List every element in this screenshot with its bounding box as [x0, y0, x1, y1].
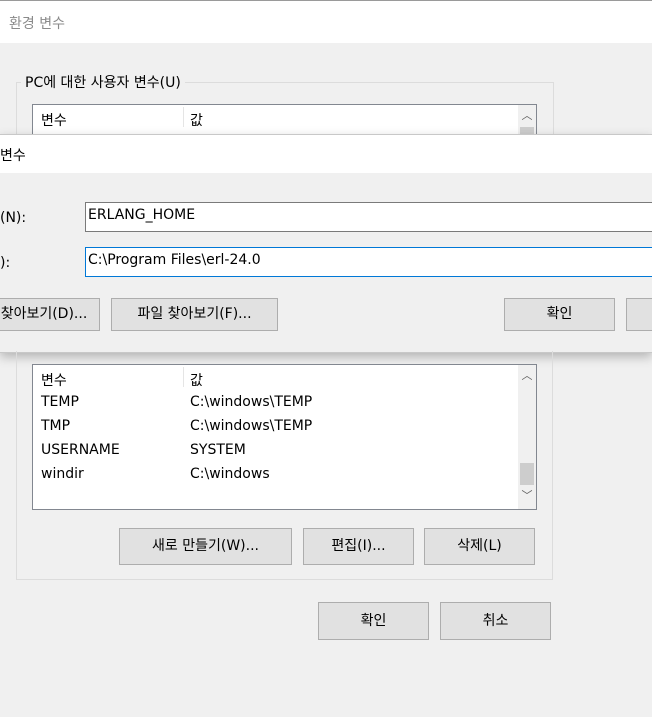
new-variable-button[interactable]: 새로 만들기(W)...: [119, 528, 292, 565]
column-header-value[interactable]: 값: [190, 110, 203, 130]
table-row[interactable]: windir C:\windows: [33, 466, 536, 490]
scroll-up-icon[interactable]: ︿: [518, 367, 536, 385]
table-row[interactable]: TEMP C:\windows\TEMP: [33, 394, 536, 418]
dialog-ok-button[interactable]: 확인: [504, 298, 615, 331]
browse-directory-button[interactable]: 찾아보기(D)...: [0, 298, 100, 331]
variable-value-cell: C:\windows\TEMP: [190, 418, 313, 434]
list-header: 변수 값: [33, 365, 536, 389]
dialog-title-bar: 변수: [0, 135, 652, 173]
variable-name-cell: windir: [41, 466, 84, 482]
browse-file-button[interactable]: 파일 찾아보기(F)...: [111, 298, 278, 331]
dialog-cancel-button[interactable]: [626, 298, 652, 331]
variable-name-label: (N):: [0, 210, 27, 226]
window-title: 환경 변수: [9, 16, 65, 32]
ok-button[interactable]: 확인: [318, 602, 429, 640]
table-row[interactable]: USERNAME SYSTEM: [33, 442, 536, 466]
column-header-variable[interactable]: 변수: [41, 110, 67, 130]
vertical-scrollbar[interactable]: ︿ ﹀: [518, 365, 536, 509]
scroll-up-icon[interactable]: ︿: [518, 107, 536, 125]
variable-value-cell: C:\windows: [190, 466, 270, 482]
column-header-value[interactable]: 값: [190, 370, 203, 390]
dialog-title: 변수: [0, 148, 26, 164]
window-title-bar: 환경 변수: [0, 0, 652, 43]
variable-value-label: ):: [0, 255, 11, 271]
edit-variable-button[interactable]: 편집(I)...: [303, 528, 414, 565]
list-header: 변수 값: [33, 105, 536, 129]
variable-value-cell: SYSTEM: [190, 442, 246, 458]
scroll-thumb[interactable]: [520, 463, 534, 485]
column-separator: [183, 107, 184, 127]
edit-variable-dialog: 변수 (N): ERLANG_HOME ): C:\Program Files\…: [0, 134, 652, 353]
variable-name-cell: USERNAME: [41, 442, 120, 458]
delete-variable-button[interactable]: 삭제(L): [424, 528, 535, 565]
variable-value-cell: C:\windows\TEMP: [190, 394, 313, 410]
column-separator: [183, 367, 184, 387]
user-variables-label: PC에 대한 사용자 변수(U): [21, 72, 185, 92]
variable-name-cell: TEMP: [41, 394, 79, 410]
cancel-button[interactable]: 취소: [440, 602, 551, 640]
variable-name-cell: TMP: [41, 418, 71, 434]
system-variables-list[interactable]: 변수 값 TEMP C:\windows\TEMP TMP C:\windows…: [32, 364, 537, 510]
variable-value-field[interactable]: C:\Program Files\erl-24.0: [85, 247, 652, 277]
table-row[interactable]: TMP C:\windows\TEMP: [33, 418, 536, 442]
column-header-variable[interactable]: 변수: [41, 370, 67, 390]
scroll-down-icon[interactable]: ﹀: [518, 487, 536, 505]
variable-name-field[interactable]: ERLANG_HOME: [85, 202, 652, 232]
